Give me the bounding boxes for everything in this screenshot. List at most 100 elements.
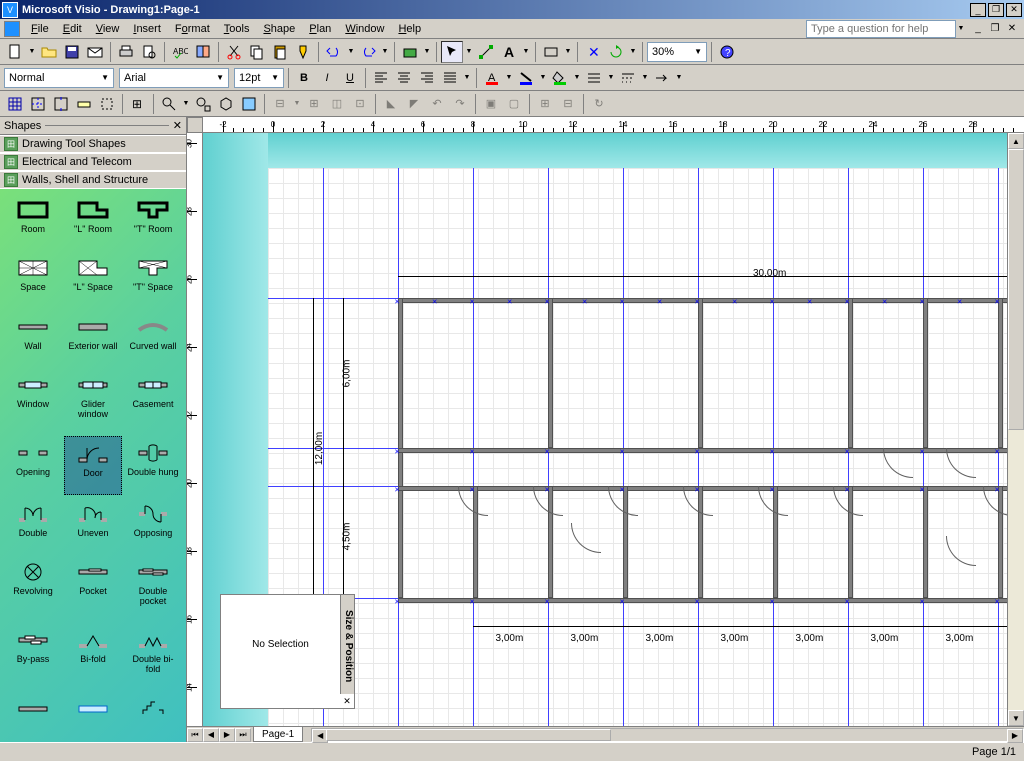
align-right-button[interactable] [416,67,438,89]
shape-opposing[interactable]: Opposing [124,497,182,553]
shape-glider-window[interactable]: Glider window [64,368,122,434]
shape-revolving[interactable]: Revolving [4,555,62,621]
shape--t-space[interactable]: "T" Space [124,251,182,307]
shape-by-pass[interactable]: By-pass [4,623,62,689]
stencil-drawing-tool-shapes[interactable]: 田Drawing Tool Shapes [0,135,186,153]
bring-front-button[interactable]: ▣ [480,93,502,115]
menu-tools[interactable]: Tools [217,21,257,37]
send-back-button[interactable]: ▢ [503,93,525,115]
first-page-button[interactable]: ⏮ [187,728,203,742]
shape-bi-fold[interactable]: Bi-fold [64,623,122,689]
menu-help[interactable]: Help [391,21,428,37]
ruler-button[interactable] [73,93,95,115]
grid-button[interactable] [4,93,26,115]
shape-casement[interactable]: Casement [124,368,182,434]
shape-double-pocket[interactable]: Double pocket [124,555,182,621]
ungroup-button[interactable]: ⊟ [557,93,579,115]
restore-button[interactable]: ❐ [988,3,1004,17]
shape-double-hung[interactable]: Double hung [124,436,182,494]
line-pattern-button[interactable] [617,67,639,89]
rectangle-tool-button[interactable] [540,41,562,63]
shape-opening[interactable]: Opening [4,436,62,494]
copy-button[interactable] [246,41,268,63]
flip-h-button[interactable]: ◣ [380,93,402,115]
connect-shapes-button[interactable]: ◫ [326,93,348,115]
next-page-button[interactable]: ▶ [219,728,235,742]
size-position-close[interactable]: ✕ [342,696,352,706]
shape-item-[interactable] [64,692,122,738]
undo-button[interactable] [323,41,345,63]
minimize-button[interactable]: _ [970,3,986,17]
connection-point-button[interactable]: ✕ [582,41,604,63]
align-dropdown[interactable]: ▼ [462,67,472,89]
shape-space[interactable]: Space [4,251,62,307]
align-justify-button[interactable] [439,67,461,89]
snap-glue-button[interactable]: ⊞ [127,93,149,115]
shape-window[interactable]: Window [4,368,62,434]
menu-window[interactable]: Window [338,21,391,37]
ruler-corner[interactable] [187,117,203,133]
fontsize-combo[interactable]: 12pt▼ [234,68,284,88]
line-weight-dropdown[interactable]: ▼ [606,67,616,89]
shapes-window-button[interactable] [399,41,421,63]
shape--t-room[interactable]: "T" Room [124,193,182,249]
text-tool-button[interactable]: A [498,41,520,63]
shape-pocket[interactable]: Pocket [64,555,122,621]
align-shapes-dropdown[interactable]: ▼ [292,93,302,115]
redo-button[interactable] [357,41,379,63]
shape-item-[interactable] [4,692,62,738]
doc-close-button[interactable]: ✕ [1004,22,1020,36]
drawing-tools-dropdown[interactable]: ▼ [563,41,573,63]
drawing-page[interactable]: ××××××××××××××××××××××××××××××××××××××××… [268,168,1008,726]
zoom-dropdown-2[interactable]: ▼ [181,93,191,115]
fill-color-button[interactable] [549,67,571,89]
flip-v-button[interactable]: ◤ [403,93,425,115]
research-button[interactable] [192,41,214,63]
line-weight-button[interactable] [583,67,605,89]
rotate-right-button[interactable]: ↷ [449,93,471,115]
new-button[interactable] [4,41,26,63]
shape-exterior-wall[interactable]: Exterior wall [64,310,122,366]
menu-format[interactable]: Format [168,21,217,37]
stencil-walls-shell-structure[interactable]: 田Walls, Shell and Structure [0,171,186,189]
last-page-button[interactable]: ⏭ [235,728,251,742]
prev-page-button[interactable]: ◀ [203,728,219,742]
scroll-right-button[interactable]: ▶ [1007,729,1023,743]
zoom-whole-button[interactable] [192,93,214,115]
redo-dropdown[interactable]: ▼ [380,41,390,63]
shape-double[interactable]: Double [4,497,62,553]
help-dropdown[interactable]: ▼ [956,18,966,40]
open-button[interactable] [38,41,60,63]
menu-file[interactable]: File [24,21,56,37]
rotate-dropdown[interactable]: ▼ [628,41,638,63]
spelling-button[interactable]: ABC [169,41,191,63]
menu-view[interactable]: View [89,21,127,37]
pointer-dropdown[interactable]: ▼ [464,41,474,63]
vscroll-thumb[interactable] [1008,149,1024,430]
close-button[interactable]: ✕ [1006,3,1022,17]
page-tab-1[interactable]: Page-1 [253,727,303,742]
shape--l-space[interactable]: "L" Space [64,251,122,307]
rotate-button[interactable] [605,41,627,63]
underline-button[interactable]: U [339,67,361,89]
email-button[interactable] [84,41,106,63]
update-button[interactable]: ↻ [588,93,610,115]
save-button[interactable] [61,41,83,63]
stencil-electrical-telecom[interactable]: 田Electrical and Telecom [0,153,186,171]
rotate-left-button[interactable]: ↶ [426,93,448,115]
doc-restore-button[interactable]: ❐ [987,22,1003,36]
connector-tool-button[interactable] [475,41,497,63]
paste-button[interactable] [269,41,291,63]
shape-curved-wall[interactable]: Curved wall [124,310,182,366]
align-shapes-button[interactable]: ⊟ [269,93,291,115]
line-pattern-dropdown[interactable]: ▼ [640,67,650,89]
menu-shape[interactable]: Shape [256,21,302,37]
lay-out-shapes-button[interactable]: ⊡ [349,93,371,115]
shape-room[interactable]: Room [4,193,62,249]
font-color-button[interactable]: A [481,67,503,89]
italic-button[interactable]: I [316,67,338,89]
vertical-ruler[interactable]: 302826242220181614 [187,133,203,726]
horizontal-scrollbar[interactable]: ◀ ▶ [311,728,1024,742]
shape-item-[interactable] [124,692,182,738]
shape-wall[interactable]: Wall [4,310,62,366]
